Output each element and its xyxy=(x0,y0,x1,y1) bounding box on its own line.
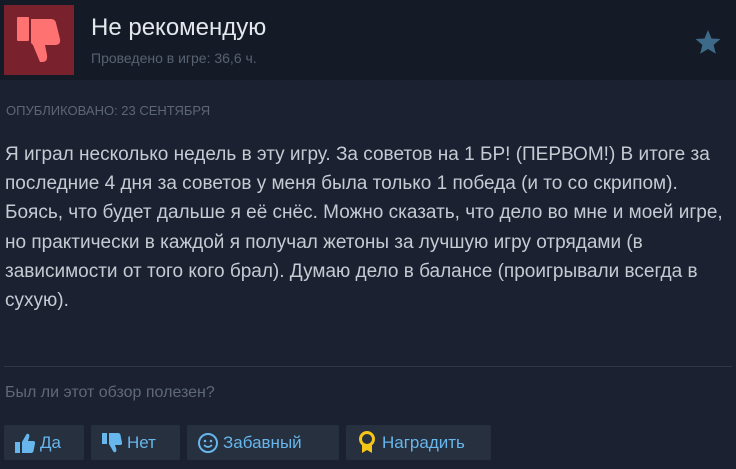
award-medal-icon xyxy=(353,429,381,457)
award-label: Наградить xyxy=(382,432,465,452)
divider xyxy=(4,366,732,367)
review-verdict[interactable]: Не рекомендую xyxy=(91,14,266,42)
thumbs-down-icon xyxy=(17,17,61,62)
helpful-yes-button[interactable]: Да xyxy=(4,425,84,460)
posted-date: ОПУБЛИКОВАНО: 23 СЕНТЯБРЯ xyxy=(6,103,211,118)
hours-played: Проведено в игре: 36,6 ч. xyxy=(91,50,257,66)
helpful-no-label: Нет xyxy=(127,432,156,452)
review-body: Я играл несколько недель в эту игру. За … xyxy=(5,144,723,312)
smiley-icon xyxy=(194,429,222,457)
funny-button[interactable]: Забавный xyxy=(187,425,339,460)
helpful-no-button[interactable]: Нет xyxy=(91,425,180,460)
award-button[interactable]: Наградить xyxy=(346,425,491,460)
thumbs-down-icon xyxy=(98,429,126,457)
helpful-question: Был ли этот обзор полезен? xyxy=(5,384,215,401)
funny-label: Забавный xyxy=(223,432,302,452)
review-header: Не рекомендую Проведено в игре: 36,6 ч. xyxy=(0,0,736,80)
not-recommended-badge xyxy=(4,5,74,75)
helpful-yes-label: Да xyxy=(40,432,61,452)
star-icon[interactable] xyxy=(694,28,722,56)
thumbs-up-icon xyxy=(11,429,39,457)
